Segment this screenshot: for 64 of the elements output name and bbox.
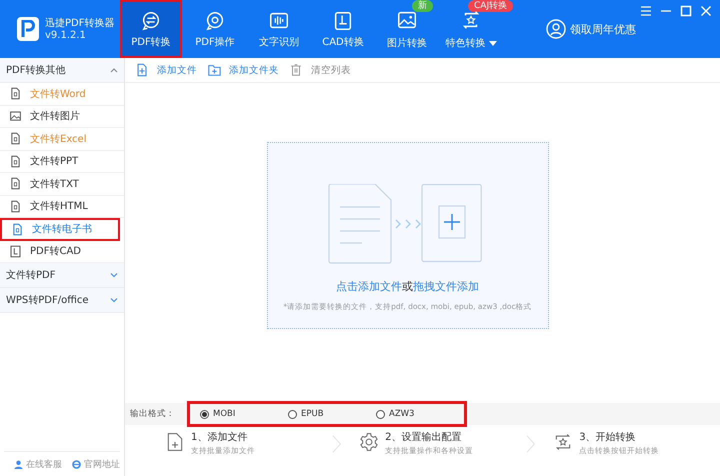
document-icon bbox=[9, 154, 22, 168]
app-version: v9.1.2.1 bbox=[45, 30, 87, 41]
radio-icon[interactable] bbox=[288, 410, 297, 418]
sidebar-group[interactable]: 文件转PDF bbox=[0, 263, 124, 288]
globe-icon bbox=[72, 460, 81, 468]
chevron-icon bbox=[526, 434, 536, 454]
app-logo-icon bbox=[17, 17, 39, 41]
cad-file-icon bbox=[9, 244, 22, 258]
menu-icon[interactable] bbox=[640, 5, 652, 17]
chevron-icon bbox=[110, 272, 118, 278]
document-icon bbox=[9, 177, 22, 190]
nav-tab[interactable]: PDF操作 bbox=[184, 0, 246, 58]
nav-tab[interactable]: 文字识别 bbox=[248, 0, 310, 58]
image-icon bbox=[9, 110, 22, 123]
badge: 新 bbox=[412, 0, 433, 12]
toolbar-button[interactable]: 添加文件 bbox=[135, 63, 197, 77]
promo-link[interactable]: 领取周年优惠 bbox=[546, 0, 636, 58]
app-name: 迅捷PDF转换器 bbox=[45, 17, 114, 30]
footer-link[interactable]: 官网地址 bbox=[72, 458, 120, 470]
sidebar-item[interactable]: 文件转电子书 bbox=[0, 218, 120, 240]
sidebar-item[interactable]: 文件转PPT bbox=[0, 150, 124, 173]
sidebar-item[interactable]: 文件转图片 bbox=[0, 106, 124, 128]
gear-icon bbox=[359, 430, 380, 454]
trash-icon bbox=[289, 63, 303, 77]
chevron-icon bbox=[110, 297, 118, 303]
drop-instruction: 点击添加文件或拖拽文件添加 bbox=[336, 279, 479, 294]
nav-tab[interactable]: CAD转换 bbox=[312, 0, 374, 58]
step-title: 3、开始转换 bbox=[579, 431, 637, 444]
chevron-icon bbox=[110, 67, 118, 73]
step-title: 1、添加文件 bbox=[191, 430, 248, 444]
radio-icon[interactable] bbox=[200, 410, 209, 418]
cad-icon bbox=[332, 10, 354, 32]
file-plus-icon bbox=[165, 430, 185, 454]
person-icon bbox=[14, 460, 23, 468]
chevron-icon bbox=[332, 434, 342, 454]
format-radio[interactable]: EPUB bbox=[288, 409, 376, 419]
output-format-label: 输出格式： bbox=[130, 408, 175, 420]
folder-plus-icon bbox=[207, 63, 221, 77]
sidebar-group[interactable]: WPS转PDF/office bbox=[0, 288, 124, 313]
sidebar-item[interactable]: 文件转HTML bbox=[0, 196, 124, 218]
toolbar-button[interactable]: 添加文件夹 bbox=[207, 63, 279, 77]
nav-tab[interactable]: PDF转换 bbox=[120, 0, 182, 58]
sidebar-item[interactable]: 文件转TXT bbox=[0, 173, 124, 196]
document-icon bbox=[9, 132, 22, 146]
badge: CAJ转换 bbox=[468, 0, 514, 12]
chat-bubble-icon bbox=[204, 10, 226, 32]
document-icon bbox=[9, 200, 22, 213]
sidebar-group[interactable]: PDF转换其他 bbox=[0, 58, 124, 83]
document-icon bbox=[11, 222, 24, 236]
close-icon[interactable] bbox=[700, 5, 712, 17]
user-icon bbox=[546, 19, 566, 39]
file-plus-icon bbox=[135, 63, 149, 77]
footer-link[interactable]: 在线客服 bbox=[14, 458, 62, 470]
maximize-icon[interactable] bbox=[680, 5, 692, 17]
document-icon bbox=[9, 87, 22, 100]
format-radio[interactable]: MOBI bbox=[200, 409, 288, 419]
sidebar-item[interactable]: 文件转Excel bbox=[0, 128, 124, 150]
format-radio[interactable]: AZW3 bbox=[376, 409, 464, 419]
radio-icon[interactable] bbox=[376, 410, 385, 418]
step-title: 2、设置输出配置 bbox=[385, 430, 462, 444]
star-convert-icon bbox=[460, 9, 482, 31]
image-icon bbox=[396, 9, 418, 31]
sidebar-item[interactable]: 文件转Word bbox=[0, 83, 124, 106]
convert-icon bbox=[140, 10, 162, 32]
